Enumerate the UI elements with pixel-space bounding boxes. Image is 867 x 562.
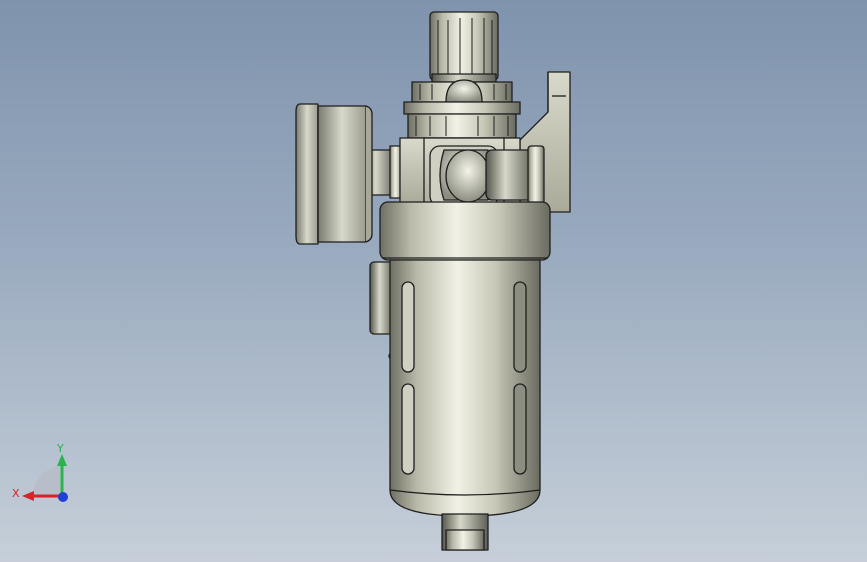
bonnet <box>403 79 521 139</box>
bowl-collar <box>379 201 551 261</box>
drain-fitting <box>441 513 489 551</box>
adjustment-knob <box>429 11 499 83</box>
orientation-triad: Y X <box>12 442 68 502</box>
filter-regulator-model[interactable] <box>0 0 867 562</box>
push-in-fitting <box>485 145 545 205</box>
y-axis-label: Y <box>56 442 64 455</box>
graphics-viewport[interactable]: Y X <box>0 0 867 562</box>
x-axis-label: X <box>12 487 20 500</box>
filter-bowl <box>389 259 541 517</box>
